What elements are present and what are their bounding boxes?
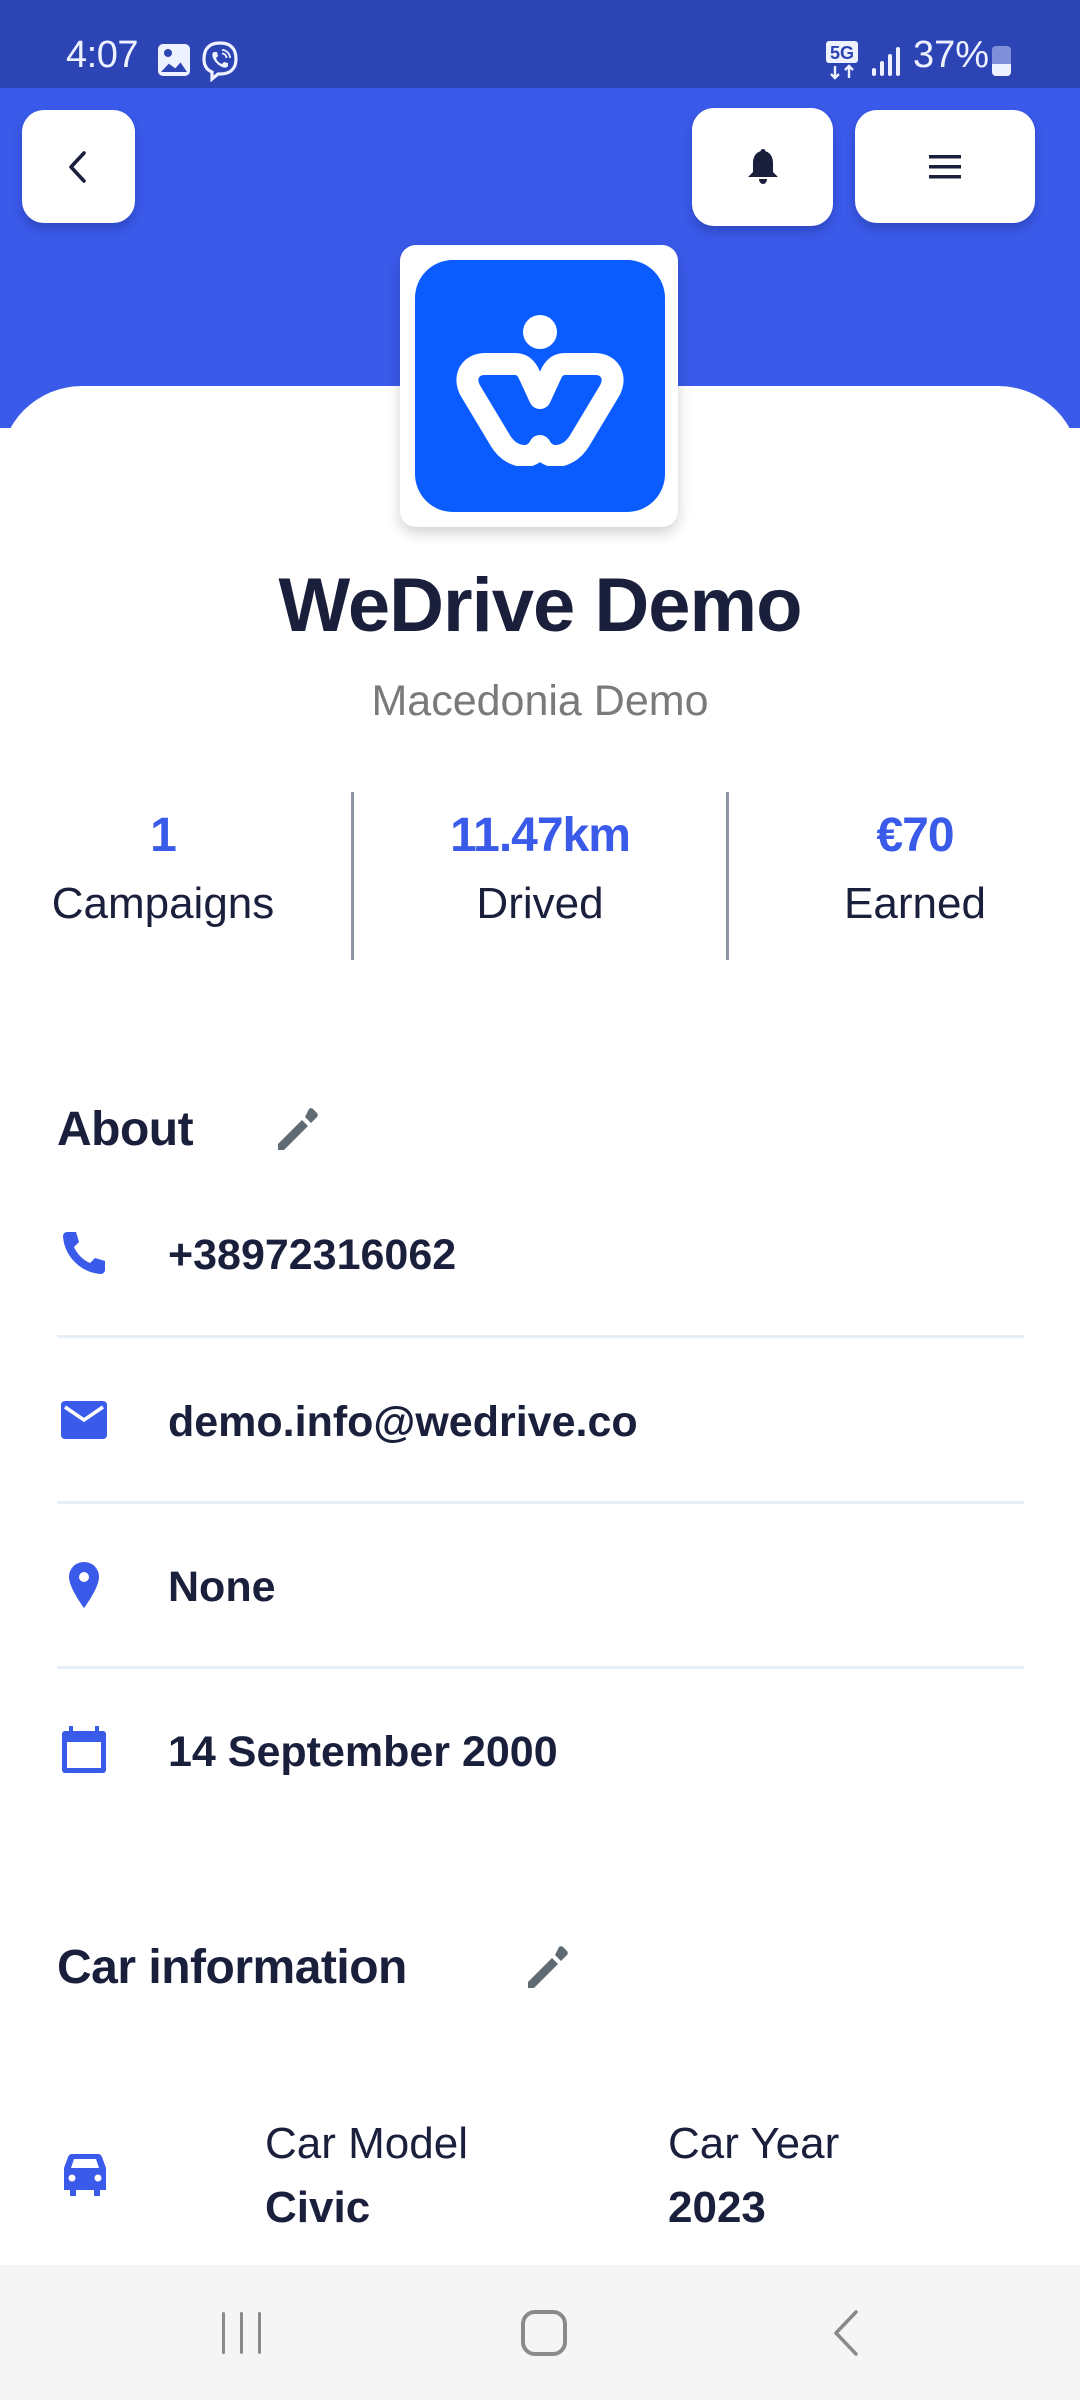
stat-label: Earned (844, 879, 986, 928)
chevron-left-icon (68, 150, 86, 183)
about-location-row[interactable]: None (57, 1558, 1024, 1638)
calendar-icon (62, 1726, 106, 1773)
profile-logo-card (400, 245, 678, 527)
network-label: 5G (830, 43, 854, 63)
about-email-row[interactable]: demo.info@wedrive.co (57, 1393, 1024, 1473)
signal-strength-icon (870, 46, 900, 76)
back-button[interactable] (22, 110, 135, 223)
hamburger-menu-icon (929, 154, 961, 178)
row-divider (57, 1335, 1024, 1338)
car-information-title: Car information (57, 1941, 407, 1994)
system-back-button[interactable] (810, 2295, 880, 2370)
battery-icon (992, 46, 1011, 76)
location-pin-icon (69, 1562, 99, 1608)
viber-icon (200, 40, 240, 83)
stat-value: 11.47km (450, 809, 631, 862)
profile-subtitle: Macedonia Demo (371, 677, 709, 725)
stat-campaigns: 1 Campaigns (0, 812, 333, 926)
row-divider (57, 1666, 1024, 1669)
stat-label: Campaigns (51, 879, 275, 928)
profile-name: WeDrive Demo (278, 563, 802, 648)
car-year-value: 2023 (668, 2183, 766, 2232)
row-divider (57, 1501, 1024, 1504)
birthdate-value: 14 September 2000 (168, 1728, 558, 1776)
stat-value: 1 (150, 809, 177, 862)
recent-apps-icon (222, 2311, 261, 2354)
phone-number: +38972316062 (168, 1231, 457, 1279)
car-model-label: Car Model (265, 2119, 468, 2168)
stat-label: Drived (476, 879, 604, 928)
notifications-button[interactable] (692, 108, 833, 226)
pencil-icon (528, 1946, 568, 1988)
stat-earned: €70 Earned (745, 812, 1080, 926)
status-time: 4:07 (66, 34, 138, 76)
home-button[interactable] (500, 2295, 588, 2370)
email-address: demo.info@wedrive.co (168, 1398, 638, 1446)
stat-divider (726, 792, 729, 960)
gallery-icon (158, 44, 190, 76)
wedrive-logo-icon (456, 315, 624, 466)
pencil-icon (278, 1108, 318, 1150)
about-phone-row[interactable]: +38972316062 (57, 1226, 1024, 1306)
edit-about-button[interactable] (274, 1104, 322, 1152)
status-bar: 4:07 5G 37% (0, 0, 1080, 88)
edit-car-button[interactable] (524, 1942, 572, 1990)
battery-percent: 37% (913, 34, 990, 76)
stat-divider (351, 792, 354, 960)
bell-icon (747, 149, 778, 184)
stat-drived: 11.47km Drived (370, 812, 710, 926)
5g-network-icon: 5G (825, 40, 859, 82)
car-model-value: Civic (265, 2183, 371, 2232)
phone-icon (63, 1232, 105, 1274)
location-value: None (168, 1563, 276, 1611)
recent-apps-button[interactable] (200, 2295, 284, 2370)
system-nav-bar (0, 2265, 1080, 2400)
wedrive-logo (415, 260, 665, 512)
email-icon (61, 1401, 107, 1439)
about-birthdate-row[interactable]: 14 September 2000 (57, 1723, 1024, 1803)
car-icon (64, 2154, 106, 2196)
back-arrow-icon (834, 2309, 858, 2356)
stat-value: €70 (876, 809, 954, 862)
menu-button[interactable] (855, 110, 1035, 223)
car-year-label: Car Year (668, 2119, 840, 2168)
home-icon (521, 2309, 567, 2356)
about-title: About (57, 1103, 194, 1156)
